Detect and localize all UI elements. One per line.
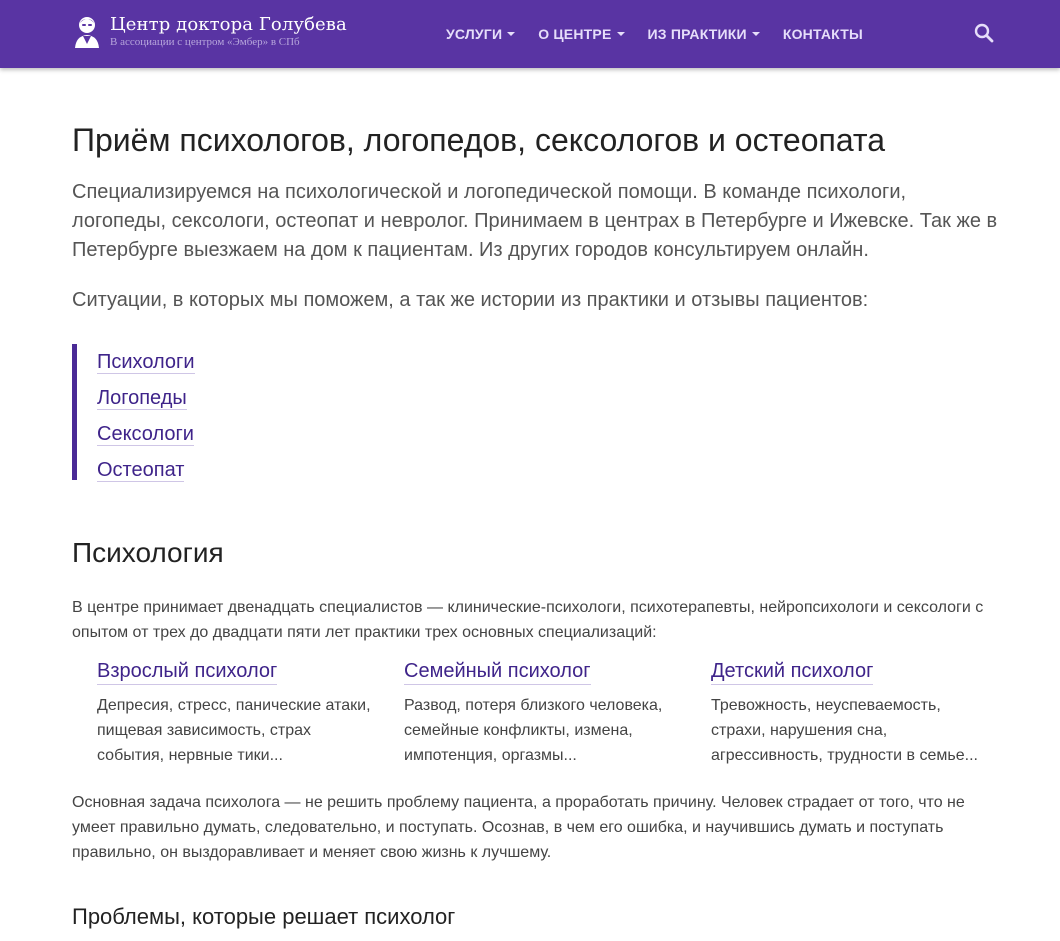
specialization-description: Депресия, стресс, панические атаки, пище… — [97, 697, 371, 764]
section-subheading-problems: Проблемы, которые решает психолог — [72, 904, 456, 929]
nav-item-contacts[interactable]: КОНТАКТЫ — [783, 26, 863, 42]
nav-item-label: УСЛУГИ — [446, 26, 503, 42]
specialization-card: Детский психолог Тревожность, неуспеваем… — [711, 658, 1018, 768]
quick-link-label: Остеопат — [97, 459, 185, 482]
quick-link-label: Психологи — [97, 351, 195, 374]
main-nav: УСЛУГИ О ЦЕНТРЕ ИЗ ПРАКТИКИ КОНТАКТЫ — [446, 0, 886, 68]
specialization-link-child[interactable]: Детский психолог — [711, 658, 874, 685]
logo-text: Центр доктора Голубева В ассоциации с це… — [110, 14, 347, 49]
doctor-portrait-icon — [75, 17, 99, 48]
site-title: Центр доктора Голубева — [110, 14, 347, 35]
psychologist-task-paragraph: Основная задача психолога — не решить пр… — [72, 794, 965, 861]
chevron-down-icon — [751, 32, 760, 36]
specialization-description: Развод, потеря близкого человека, семейн… — [404, 697, 663, 764]
nav-item-label: О ЦЕНТРЕ — [538, 26, 612, 42]
situations-paragraph: Ситуации, в которых мы поможем, а так же… — [72, 289, 869, 311]
intro-paragraph: Специализируемся на психологической и ло… — [72, 181, 998, 261]
specialization-card: Взрослый психолог Депресия, стресс, пани… — [97, 658, 404, 768]
specialization-card: Семейный психолог Развод, потеря близког… — [404, 658, 711, 768]
site-subtitle: В ассоциации с центром «Эмбер» в СПб — [110, 36, 300, 48]
nav-item-label: КОНТАКТЫ — [782, 26, 863, 42]
site-logo-link[interactable]: Центр доктора Голубева В ассоциации с це… — [72, 14, 347, 49]
specialization-link-adult[interactable]: Взрослый психолог — [97, 658, 278, 685]
nav-item-label: ИЗ ПРАКТИКИ — [647, 26, 747, 42]
quick-link-sexologists[interactable]: Сексологи — [97, 416, 397, 452]
nav-item-services[interactable]: УСЛУГИ — [446, 26, 516, 42]
chevron-down-icon — [507, 32, 516, 36]
quick-link-label: Логопеды — [97, 387, 187, 410]
quick-link-psychologists[interactable]: Психологи — [97, 344, 397, 380]
nav-item-practice[interactable]: ИЗ ПРАКТИКИ — [648, 26, 760, 42]
top-navbar: Центр доктора Голубева В ассоциации с це… — [0, 0, 1060, 68]
quick-link-speech-therapists[interactable]: Логопеды — [97, 380, 397, 416]
section-heading-psychology: Психология — [72, 537, 224, 568]
page-title: Приём психологов, логопедов, сексологов … — [72, 122, 885, 158]
nav-item-about[interactable]: О ЦЕНТРЕ — [538, 26, 625, 42]
quick-link-label: Сексологи — [97, 423, 194, 446]
specialization-columns: Взрослый психолог Депресия, стресс, пани… — [97, 658, 1018, 768]
quick-links: Психологи Логопеды Сексологи Остеопат — [72, 344, 397, 482]
specialization-description: Тревожность, неуспеваемость, страхи, нар… — [711, 697, 978, 764]
specialization-link-family[interactable]: Семейный психолог — [404, 658, 591, 685]
psychology-intro: В центре принимает двенадцать специалист… — [72, 599, 984, 641]
quick-link-osteopath[interactable]: Остеопат — [97, 452, 397, 488]
search-icon[interactable] — [972, 21, 996, 45]
chevron-down-icon — [616, 32, 625, 36]
